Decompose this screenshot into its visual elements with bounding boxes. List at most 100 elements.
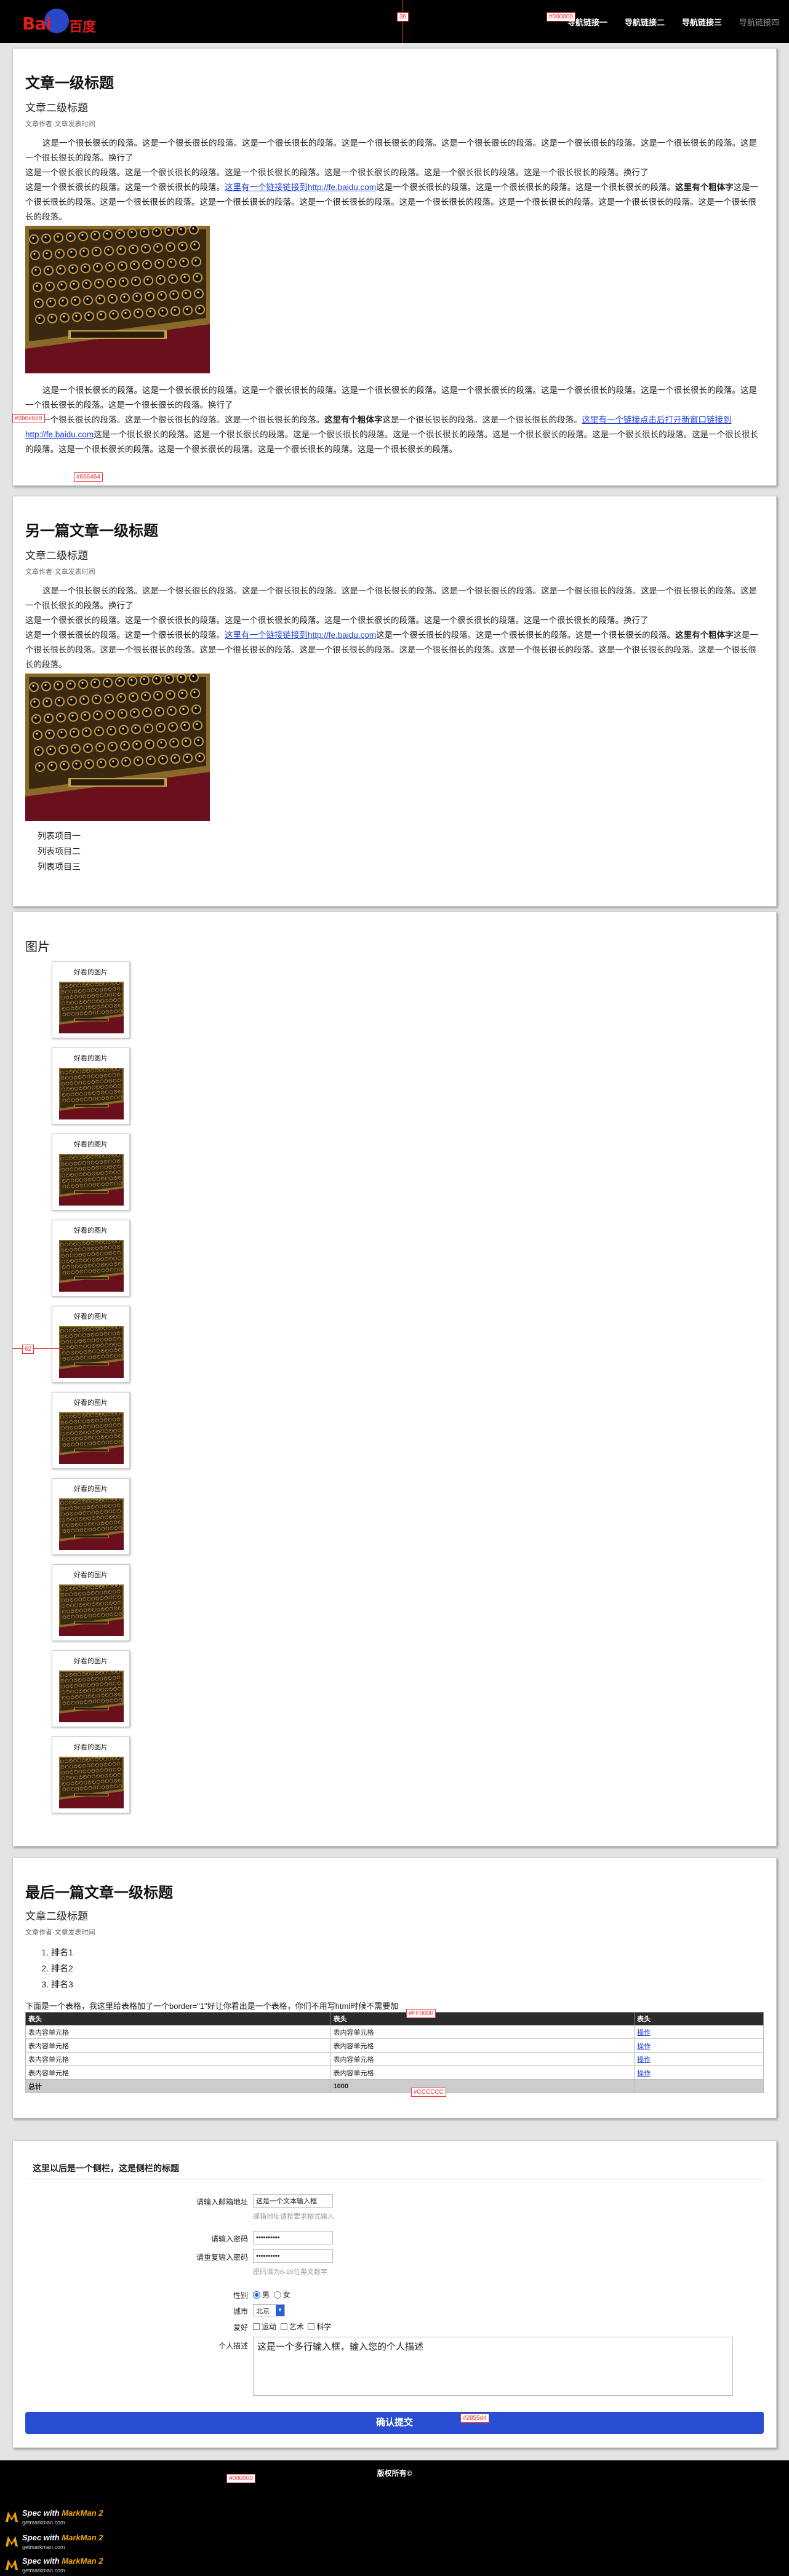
- description-label: 个人描述: [218, 2342, 248, 2350]
- bold-text: 这里有个粗体字: [324, 415, 383, 424]
- hobby-checkbox[interactable]: [280, 2323, 287, 2330]
- gallery-caption: 好看的图片: [74, 1227, 108, 1234]
- gender-row: 性别 男 女: [13, 2288, 777, 2302]
- table-header: 表头: [25, 2012, 331, 2025]
- gallery-caption: 好看的图片: [74, 969, 108, 976]
- description-textarea[interactable]: 这是一个多行输入框，输入您的个人描述: [253, 2337, 733, 2396]
- row-action-link[interactable]: 操作: [637, 2029, 651, 2037]
- main-nav: 导航链接一 导航链接二 导航链接三 导航链接四: [567, 0, 789, 43]
- table-cell: 操作: [634, 2065, 764, 2080]
- submit-button[interactable]: 确认提交: [25, 2412, 764, 2434]
- keyboard-thumbnail: [59, 1068, 124, 1119]
- article-body: 这是一个很长很长的段落。这是一个很长很长的段落。这是一个很长很长的段落。这是一个…: [25, 136, 764, 225]
- email-field[interactable]: [253, 2194, 333, 2208]
- markman-badge: Spec with MarkMan 2 getmarkman.com: [5, 2555, 128, 2576]
- hobby-row: 爱好 运动 艺术 科学: [13, 2320, 777, 2334]
- gender-options: 男 女: [253, 2289, 290, 2300]
- repeat-password-field[interactable]: [253, 2249, 333, 2263]
- row-action-link[interactable]: 操作: [637, 2043, 651, 2050]
- table-header: 表头: [634, 2012, 764, 2025]
- article-title: 文章一级标题: [25, 75, 114, 92]
- repeat-password-label: 请重复输入密码: [196, 2253, 248, 2262]
- hobby-checkbox[interactable]: [253, 2323, 260, 2330]
- keyboard-picture: [59, 1326, 124, 1378]
- keyboard-thumbnail: [59, 1757, 124, 1808]
- annotation-value: 62: [22, 1345, 34, 1354]
- hobby-label: 爱好: [233, 2323, 248, 2332]
- table-cell: 操作: [634, 2025, 764, 2039]
- nav-link-2[interactable]: 导航链接二: [625, 16, 665, 28]
- paragraph: 这是一个很长很长的段落。这是一个很长很长的段落。这是一个很长很长的段落。这是一个…: [25, 616, 649, 625]
- keyboard-picture: [59, 1498, 124, 1550]
- form-title: 这里以后是一个侧栏，这是侧栏的标题: [33, 2163, 179, 2173]
- markman-badge: Spec with MarkMan 2 getmarkman.com: [5, 2532, 128, 2553]
- nav-link-3[interactable]: 导航链接三: [682, 16, 722, 28]
- keyboard-thumbnail: [59, 1154, 124, 1206]
- row-action-link[interactable]: 操作: [637, 2070, 651, 2077]
- repeat-password-row: 请重复输入密码: [13, 2249, 777, 2264]
- paragraph: 这是一个很长很长的段落。这是一个很长很长的段落。这里有一个链接链接到http:/…: [25, 180, 764, 225]
- gender-female-radio[interactable]: [273, 2291, 281, 2299]
- gallery-item: 好看的图片: [52, 1392, 130, 1469]
- table-cell: 1000: [330, 2079, 635, 2093]
- markman-url: getmarkman.com: [22, 2519, 65, 2526]
- baidu-logo[interactable]: Bai 百度: [21, 7, 98, 36]
- table-cell: 操作: [634, 2052, 764, 2066]
- gallery-item: 好看的图片: [52, 961, 130, 1038]
- gallery-title: 图片: [25, 940, 50, 954]
- copyright: 版权所有©: [377, 2469, 412, 2478]
- text: 这是一个很长很长的段落。这是一个很长很长的段落。这是一个很长很长的段落。: [25, 415, 324, 424]
- nav-link-4[interactable]: 导航链接四: [739, 16, 779, 28]
- table-row: 表内容单元格 表内容单元格 操作: [25, 2065, 764, 2080]
- hobby-option-label: 艺术: [289, 2323, 304, 2331]
- site-header: Bai 百度 导航链接一 导航链接二 导航链接三 导航链接四: [0, 0, 789, 43]
- gallery-card: 图片 好看的图片 好看的图片 好看的图片 好看的图片 好看的图片 好看的图片 好看的图片 好看…: [12, 912, 777, 1847]
- text: 这是一个很长很长的段落。这是一个很长很长的段落。这是一个很长很长的段落。这是一个…: [25, 430, 759, 454]
- paragraph: 这是一个很长很长的段落。这是一个很长很长的段落。这是一个很长很长的段落。这里有个…: [25, 413, 764, 457]
- text: 这是一个很长很长的段落。这是一个很长很长的段落。这是一个很长很长的段落。: [376, 630, 676, 640]
- article-meta: 文章作者·文章发表时间: [25, 568, 95, 576]
- site-footer: 版权所有© #000000 Spec with MarkMan 2 getmar…: [0, 2460, 789, 2576]
- hobby-checkbox[interactable]: [308, 2323, 315, 2330]
- keyboard-picture: [59, 1412, 124, 1464]
- gallery-item: 好看的图片: [52, 1650, 130, 1727]
- password-hint: 密码请为6-16位英文数字: [253, 2268, 328, 2276]
- gallery-caption: 好看的图片: [74, 1658, 108, 1665]
- inline-link[interactable]: 这里有一个链接链接到http://fe.baidu.com: [225, 630, 376, 640]
- bold-text: 这里有个粗体字: [675, 183, 734, 192]
- hobby-options: 运动 艺术 科学: [253, 2321, 331, 2332]
- markman-title: Spec with MarkMan 2: [22, 2533, 103, 2542]
- city-select[interactable]: 北京 ▼: [253, 2304, 285, 2316]
- text: 这是一个很长很长的段落。这是一个很长很长的段落。: [25, 183, 225, 192]
- markman-logo-icon: [6, 2536, 18, 2546]
- table-cell: [634, 2079, 764, 2093]
- annotation-color: #2b0e0e0: [12, 414, 45, 423]
- annotation-color: #FF0000: [406, 2009, 436, 2018]
- gender-female-label: 女: [282, 2291, 290, 2299]
- table-row: 表内容单元格 表内容单元格 操作: [25, 2025, 764, 2039]
- city-value: 北京: [256, 2308, 270, 2315]
- row-action-link[interactable]: 操作: [637, 2056, 651, 2064]
- article-title: 最后一篇文章一级标题: [25, 1885, 173, 1901]
- gender-male-radio[interactable]: [253, 2291, 260, 2299]
- table-cell: 表内容单元格: [25, 2038, 331, 2053]
- article-card-3: 最后一篇文章一级标题 文章二级标题 文章作者·文章发表时间 排名1 排名2 排名…: [12, 1858, 777, 2118]
- city-label: 城市: [233, 2307, 248, 2316]
- paragraph: 这是一个很长很长的段落。这是一个很长很长的段落。这是一个很长很长的段落。这是一个…: [25, 168, 649, 177]
- keyboard-thumbnail: [59, 1240, 124, 1292]
- chevron-down-icon: ▼: [276, 2305, 284, 2316]
- bold-text: 这里有个粗体字: [675, 630, 734, 640]
- keyboard-image: [25, 674, 210, 821]
- list-item: 列表项目三: [38, 862, 81, 872]
- password-field[interactable]: [253, 2231, 333, 2244]
- table-cell: 表内容单元格: [330, 2025, 635, 2039]
- keyboard-thumbnail: [59, 1671, 124, 1722]
- inline-link[interactable]: 这里有一个链接链接到http://fe.baidu.com: [225, 183, 376, 192]
- keyboard-picture: [59, 982, 124, 1033]
- markman-url: getmarkman.com: [22, 2567, 65, 2574]
- paragraph: 这是一个很长很长的段落。这是一个很长很长的段落。这是一个很长很长的段落。这是一个…: [25, 386, 757, 410]
- annotation-color: #2855d4: [460, 2414, 489, 2423]
- gallery-caption: 好看的图片: [74, 1313, 108, 1321]
- text: 这是一个很长很长的段落。这是一个很长很长的段落。这是一个很长很长的段落。: [376, 183, 676, 192]
- table-cell: 表内容单元格: [330, 2052, 635, 2066]
